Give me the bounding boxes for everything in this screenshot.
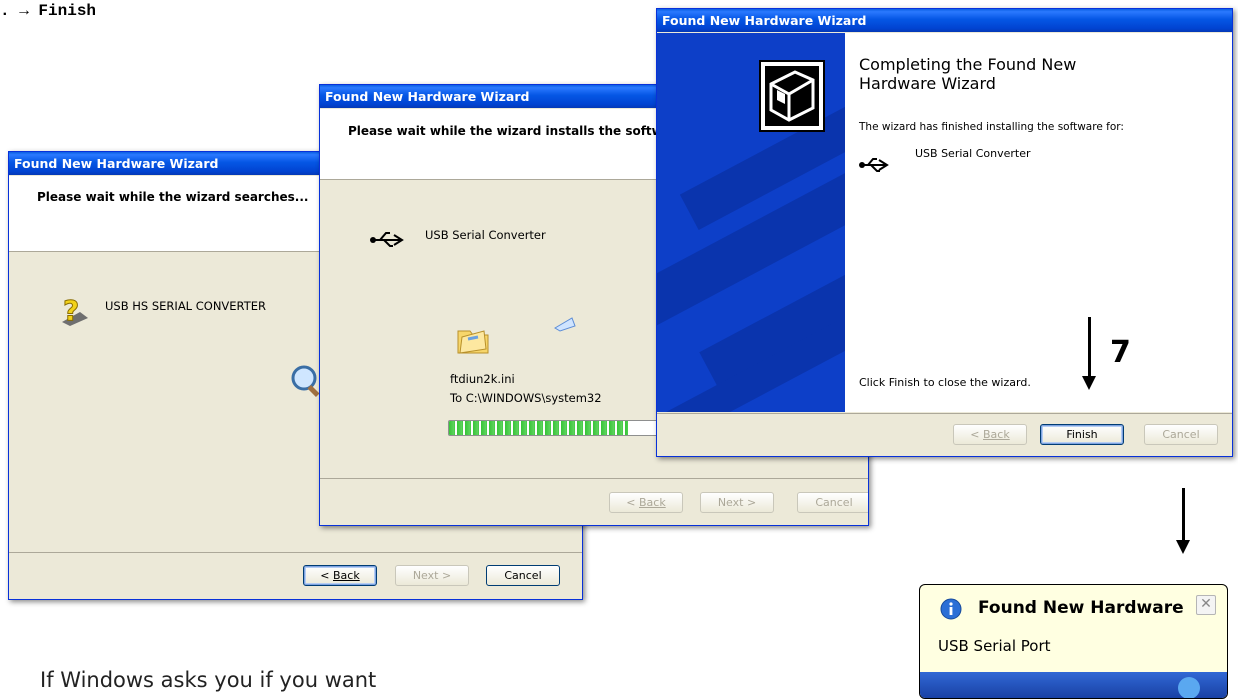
balloon-close-button[interactable]: ✕ (1196, 595, 1216, 615)
footer-text: If Windows asks you if you want (40, 668, 377, 692)
finished-text: The wizard has finished installing the s… (859, 121, 1124, 133)
button-bar: < Back Finish Cancel (657, 413, 1232, 456)
close-icon: ✕ (1200, 596, 1212, 612)
down-arrow-line (1182, 488, 1185, 540)
unknown-device-icon: ? (58, 294, 92, 333)
wizard-content: Completing the Found New Hardware Wizard… (845, 33, 1232, 412)
annotation-arrow-head (1082, 376, 1096, 390)
button-bar: < Back Next > Cancel (9, 552, 582, 599)
back-button[interactable]: < Back (303, 565, 377, 586)
cancel-button[interactable]: Cancel (797, 492, 868, 513)
wizard-header-text: Please wait while the wizard installs th… (348, 124, 671, 138)
back-button[interactable]: < Back (953, 424, 1027, 445)
next-button[interactable]: Next > (395, 565, 469, 586)
info-icon (940, 598, 962, 625)
wizard-header-text: Please wait while the wizard searches... (37, 190, 309, 204)
device-name: USB Serial Converter (915, 147, 1031, 160)
completion-heading: Completing the Found New Hardware Wizard (859, 55, 1077, 93)
window-title: Found New Hardware Wizard (657, 9, 1232, 32)
usb-icon (859, 156, 891, 179)
svg-text:?: ? (63, 294, 79, 327)
device-name: USB Serial Converter (425, 228, 546, 242)
notification-balloon[interactable]: Found New Hardware ✕ USB Serial Port (919, 584, 1228, 699)
progress-fill (449, 421, 628, 435)
cancel-button[interactable]: Cancel (1144, 424, 1218, 445)
tray-icon (1178, 677, 1200, 698)
down-arrow-head (1176, 540, 1190, 554)
finish-button[interactable]: Finish (1040, 424, 1124, 445)
file-name: ftdiun2k.ini (450, 372, 515, 386)
device-name: USB HS SERIAL CONVERTER (105, 299, 266, 313)
destination-path: To C:\WINDOWS\system32 (450, 391, 602, 405)
balloon-message: USB Serial Port (938, 637, 1051, 655)
balloon-title: Found New Hardware (978, 598, 1184, 618)
annotation-arrow-line (1088, 317, 1091, 377)
wizard-sidebar-graphic (657, 33, 845, 412)
hardware-icon (759, 60, 825, 137)
back-button[interactable]: < Back (609, 492, 683, 513)
flying-paper-icon (554, 316, 576, 337)
usb-icon (370, 230, 406, 255)
install-progress-bar (448, 420, 660, 436)
cancel-button[interactable]: Cancel (486, 565, 560, 586)
wizard-window-completing: Found New Hardware Wizard Completing the… (656, 8, 1233, 457)
taskbar-strip (920, 672, 1227, 698)
button-bar: < Back Next > Cancel (320, 478, 868, 525)
folder-icon (456, 323, 490, 360)
close-hint: Click Finish to close the wizard. (859, 376, 1031, 389)
next-button[interactable]: Next > (700, 492, 774, 513)
step-title: . → Finish (0, 2, 97, 20)
step-number: 7 (1110, 335, 1131, 370)
